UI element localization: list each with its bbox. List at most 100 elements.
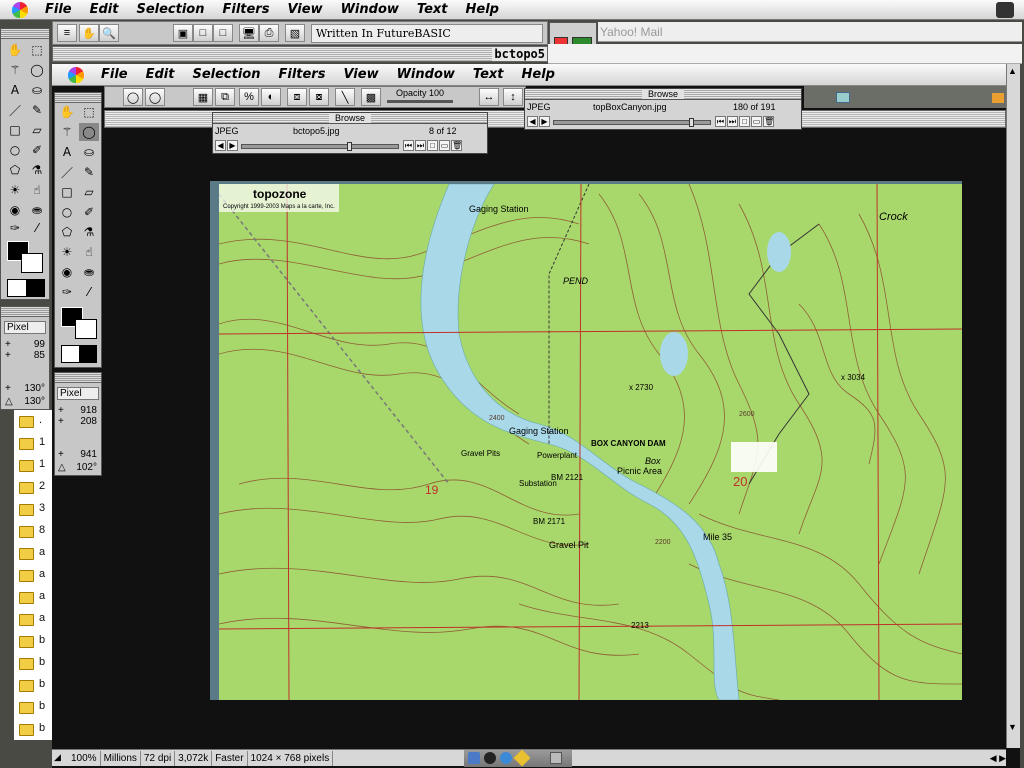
eraser-tool-icon[interactable]: ▱ [27,121,47,139]
finder-dock-icon[interactable] [468,752,480,764]
menu-selection[interactable]: Selection [127,2,213,17]
first-icon[interactable]: ⏮ [403,140,414,151]
trash-dock-icon[interactable] [550,752,562,764]
inner-mask-mode-icon[interactable] [61,345,97,363]
folder-icon[interactable] [19,438,34,450]
zoom-icon[interactable]: 🔍 [99,24,119,42]
inner-menu-help[interactable]: Help [513,67,564,82]
new-doc-icon[interactable]: □ [739,116,750,127]
menu-window[interactable]: Window [332,2,408,17]
outer-doc-titlebar[interactable]: bctopo5 [52,46,548,62]
lasso-tool-icon[interactable]: ◯ [27,61,47,79]
mail-icon[interactable] [992,93,1004,103]
app-menu-icon[interactable] [996,2,1014,18]
inner-marquee-tool-icon[interactable]: ⬚ [79,103,99,121]
folder-open-icon[interactable]: ▭ [439,140,450,151]
contrast-icon[interactable]: ◐ [261,88,281,106]
lightbulb-tool-icon[interactable]: ☀ [5,181,25,199]
zoom-select[interactable]: 100% [68,750,101,766]
folder-icon[interactable] [19,548,34,560]
inner-stamp-tool-icon[interactable]: ⛂ [79,263,99,281]
inner-wand-tool-icon[interactable]: ⚚ [57,123,77,141]
inner-lasso-tool-icon[interactable]: ◯ [79,123,99,141]
inner-pencil-tool-icon[interactable]: ✎ [79,163,99,181]
hand-tool-icon[interactable]: ✋ [5,41,25,59]
folder-icon[interactable] [19,460,34,472]
menu-file[interactable]: File [36,2,81,17]
menu-edit[interactable]: Edit [81,2,128,17]
percent-icon[interactable]: % [239,88,259,106]
apple-icon[interactable] [12,1,28,18]
speed-select[interactable]: Faster [212,750,248,766]
inner-bucket-tool-icon[interactable]: ⛀ [79,143,99,161]
folder-icon[interactable] [19,724,34,736]
rect-tool-icon[interactable]: □ [5,121,25,139]
pencil-tool-icon[interactable]: ✎ [27,101,47,119]
inner-oval-tool-icon[interactable]: ○ [57,203,77,221]
inner-menu-view[interactable]: View [334,67,387,82]
opacity-slider-track[interactable] [387,100,453,103]
color-depth-select[interactable]: Millions [101,750,141,766]
pattern-icon[interactable]: ▧ [285,24,305,42]
finder-item[interactable]: 3 [39,502,45,514]
text-tool-icon[interactable]: A [5,81,25,99]
browse-large-titlebar[interactable]: Browse [525,89,801,100]
new-doc-icon[interactable]: □ [427,140,438,151]
inner-hand-tool-icon[interactable]: ✋ [57,103,77,121]
first-icon[interactable]: ⏮ [715,116,726,127]
finder-item[interactable]: b [39,634,45,646]
outer-info-titlebar[interactable] [1,307,49,317]
inner-line-tool-icon[interactable]: ／ [57,163,77,181]
yahoo-window-titlebar[interactable]: Yahoo! Mail [598,22,1022,42]
finder-item[interactable]: . [39,414,42,426]
vertical-scrollbar[interactable]: ▲ ▼ [1006,64,1020,748]
finder-item[interactable]: a [39,590,45,602]
finder-item[interactable]: 1 [39,458,45,470]
last-icon[interactable]: ⏭ [415,140,426,151]
paste-mode-icon[interactable]: ⧇ [309,88,329,106]
eyedropper-tool-icon[interactable]: ⁄ [27,219,47,237]
toolbar-grip-icon[interactable]: ≡ [57,24,77,42]
screen-mode-icon[interactable]: ▣ [173,24,193,42]
opacity-control[interactable]: Opacity 100 [385,88,455,106]
background-color-swatch[interactable] [21,253,43,273]
inner-menu-file[interactable]: File [92,67,137,82]
oval-tool-icon[interactable]: ○ [5,141,25,159]
folder-icon[interactable] [19,504,34,516]
folder-icon[interactable] [19,482,34,494]
last-icon[interactable]: ⏭ [727,116,738,127]
disk-icon[interactable] [836,92,850,103]
browse-large-slider-thumb[interactable] [689,118,694,127]
browse-small-slider[interactable] [241,142,399,151]
inner-eyedropper-tool-icon[interactable]: ⁄ [79,283,99,301]
print-icon[interactable]: ⎙ [259,24,279,42]
opacity-icon[interactable]: ▩ [361,88,381,106]
scroll-down-icon[interactable]: ▼ [1008,722,1017,732]
inner-apple-icon[interactable] [68,66,84,83]
polygon-tool-icon[interactable]: ⬠ [5,161,25,179]
browse-small-titlebar[interactable]: Browse [213,113,487,124]
finder-item[interactable]: a [39,612,45,624]
flip-horizontal-icon[interactable]: ↔ [479,88,499,106]
folder-icon[interactable] [19,680,34,692]
inner-blur-tool-icon[interactable]: ◉ [57,263,77,281]
menu-text[interactable]: Text [408,2,457,17]
outer-palette-titlebar[interactable] [1,29,49,39]
inner-smudge-tool-icon[interactable]: ☝ [79,243,99,261]
monitor-icon[interactable]: 🖥 [239,24,259,42]
scroll-up-icon[interactable]: ▲ [1008,66,1017,76]
spray-tool-icon[interactable]: ⚗ [27,161,47,179]
finder-item[interactable]: a [39,568,45,580]
layers-icon[interactable]: ⧉ [215,88,235,106]
inner-polygon-tool-icon[interactable]: ⬠ [57,223,77,241]
bucket-tool-icon[interactable]: ⛀ [27,81,47,99]
line-tool-icon[interactable]: ／ [5,101,25,119]
window-mode-icon[interactable]: □ [193,24,213,42]
inner-info-titlebar[interactable] [55,373,101,383]
inner-menu-filters[interactable]: Filters [269,67,334,82]
browse-small-slider-thumb[interactable] [347,142,352,151]
fullscreen-mode-icon[interactable]: □ [213,24,233,42]
inner-brush-tool-icon[interactable]: ✐ [79,203,99,221]
inner-rect-tool-icon[interactable]: □ [57,183,77,201]
blur-tool-icon[interactable]: ◉ [5,201,25,219]
